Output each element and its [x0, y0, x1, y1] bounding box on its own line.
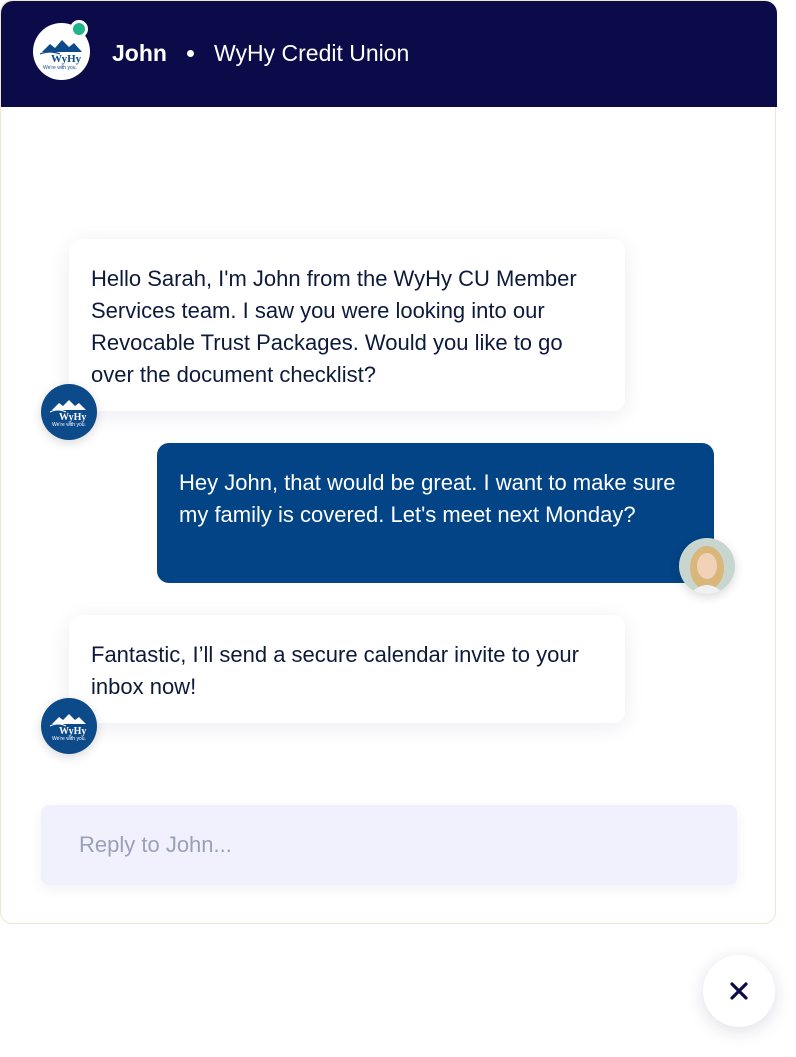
- logo-wordmark: WyHy: [51, 53, 82, 65]
- chat-window: WyHy We're with you. John WyHy Credit Un…: [0, 0, 777, 924]
- chat-header: WyHy We're with you. John WyHy Credit Un…: [1, 1, 777, 107]
- wyhy-logo-icon: WyHy We're with you.: [49, 400, 86, 428]
- close-button[interactable]: [703, 955, 775, 1027]
- user-avatar: [679, 538, 735, 594]
- message-bubble-agent: Hello Sarah, I'm John from the WyHy CU M…: [69, 239, 625, 411]
- logo-tagline: We're with you.: [52, 736, 86, 742]
- organization-name: WyHy Credit Union: [214, 40, 410, 66]
- close-icon: [730, 982, 748, 1000]
- online-status-icon: [70, 20, 88, 38]
- user-avatar-photo: [679, 538, 735, 594]
- agent-avatar: WyHy We're with you.: [41, 384, 97, 440]
- message-bubble-user: Hey John, that would be great. I want to…: [157, 443, 714, 583]
- message-bubble-agent: Fantastic, I’ll send a secure calendar i…: [69, 615, 625, 723]
- reply-input[interactable]: [41, 805, 737, 885]
- wyhy-logo-icon: WyHy We're with you.: [49, 714, 86, 742]
- agent-avatar: WyHy We're with you.: [41, 698, 97, 754]
- header-separator-dot: [187, 50, 194, 57]
- agent-name: John: [112, 40, 167, 66]
- logo-tagline: We're with you.: [43, 65, 77, 71]
- logo-tagline: We're with you.: [52, 422, 86, 428]
